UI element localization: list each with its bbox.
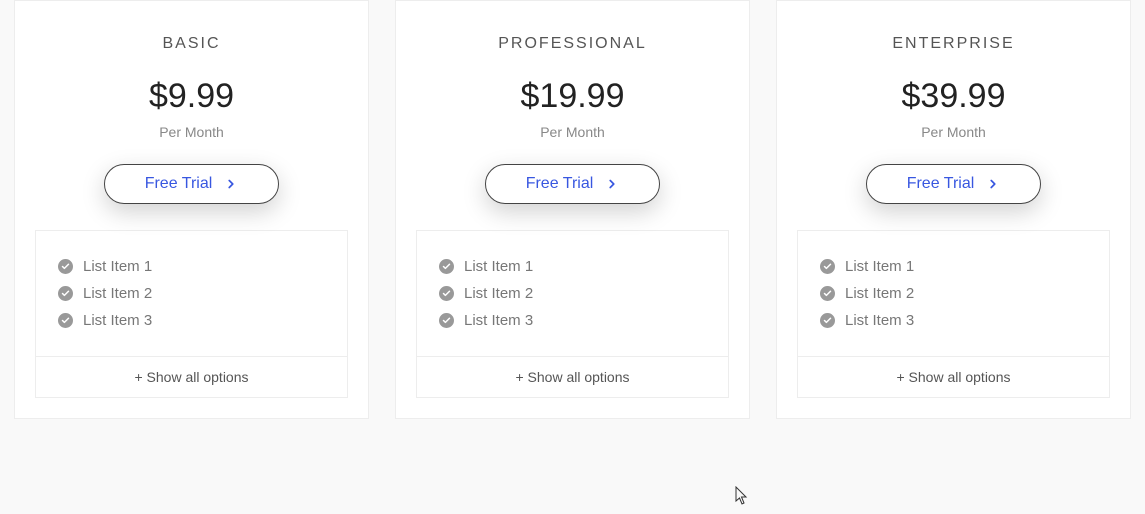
free-trial-button[interactable]: Free Trial: [866, 164, 1042, 204]
list-item: List Item 2: [58, 280, 325, 307]
plan-price: $9.99: [15, 77, 368, 116]
plan-name: PROFESSIONAL: [396, 35, 749, 53]
list-item: List Item 1: [820, 253, 1087, 280]
cursor-icon: [735, 486, 749, 511]
plan-card-basic: BASIC $9.99 Per Month Free Trial List It…: [14, 0, 369, 419]
list-item-label: List Item 1: [464, 258, 533, 275]
pricing-container: BASIC $9.99 Per Month Free Trial List It…: [0, 0, 1145, 419]
list-item: List Item 2: [820, 280, 1087, 307]
check-circle-icon: [820, 313, 835, 328]
show-all-options-button[interactable]: + Show all options: [35, 357, 348, 398]
plan-name: ENTERPRISE: [777, 35, 1130, 53]
list-item-label: List Item 3: [464, 312, 533, 329]
check-circle-icon: [58, 313, 73, 328]
plan-card-enterprise: ENTERPRISE $39.99 Per Month Free Trial L…: [776, 0, 1131, 419]
check-circle-icon: [58, 259, 73, 274]
plan-name: BASIC: [15, 35, 368, 53]
list-item-label: List Item 2: [464, 285, 533, 302]
free-trial-label: Free Trial: [145, 175, 213, 193]
free-trial-label: Free Trial: [907, 175, 975, 193]
list-item-label: List Item 2: [845, 285, 914, 302]
list-item: List Item 1: [439, 253, 706, 280]
free-trial-button[interactable]: Free Trial: [104, 164, 280, 204]
plan-card-professional: PROFESSIONAL $19.99 Per Month Free Trial…: [395, 0, 750, 419]
features-list: List Item 1 List Item 2 List Item 3: [416, 230, 729, 357]
list-item: List Item 3: [439, 307, 706, 334]
plan-price: $39.99: [777, 77, 1130, 116]
features-list: List Item 1 List Item 2 List Item 3: [797, 230, 1110, 357]
check-circle-icon: [820, 286, 835, 301]
chevron-right-icon: [605, 177, 619, 191]
list-item: List Item 3: [58, 307, 325, 334]
show-all-options-button[interactable]: + Show all options: [416, 357, 729, 398]
list-item-label: List Item 1: [845, 258, 914, 275]
list-item: List Item 2: [439, 280, 706, 307]
list-item-label: List Item 1: [83, 258, 152, 275]
chevron-right-icon: [224, 177, 238, 191]
list-item: List Item 3: [820, 307, 1087, 334]
check-circle-icon: [820, 259, 835, 274]
plan-period: Per Month: [15, 124, 368, 140]
list-item-label: List Item 2: [83, 285, 152, 302]
check-circle-icon: [439, 259, 454, 274]
list-item-label: List Item 3: [845, 312, 914, 329]
plan-period: Per Month: [777, 124, 1130, 140]
check-circle-icon: [58, 286, 73, 301]
check-circle-icon: [439, 286, 454, 301]
features-list: List Item 1 List Item 2 List Item 3: [35, 230, 348, 357]
check-circle-icon: [439, 313, 454, 328]
free-trial-label: Free Trial: [526, 175, 594, 193]
list-item: List Item 1: [58, 253, 325, 280]
show-all-options-button[interactable]: + Show all options: [797, 357, 1110, 398]
plan-period: Per Month: [396, 124, 749, 140]
list-item-label: List Item 3: [83, 312, 152, 329]
free-trial-button[interactable]: Free Trial: [485, 164, 661, 204]
plan-price: $19.99: [396, 77, 749, 116]
chevron-right-icon: [986, 177, 1000, 191]
